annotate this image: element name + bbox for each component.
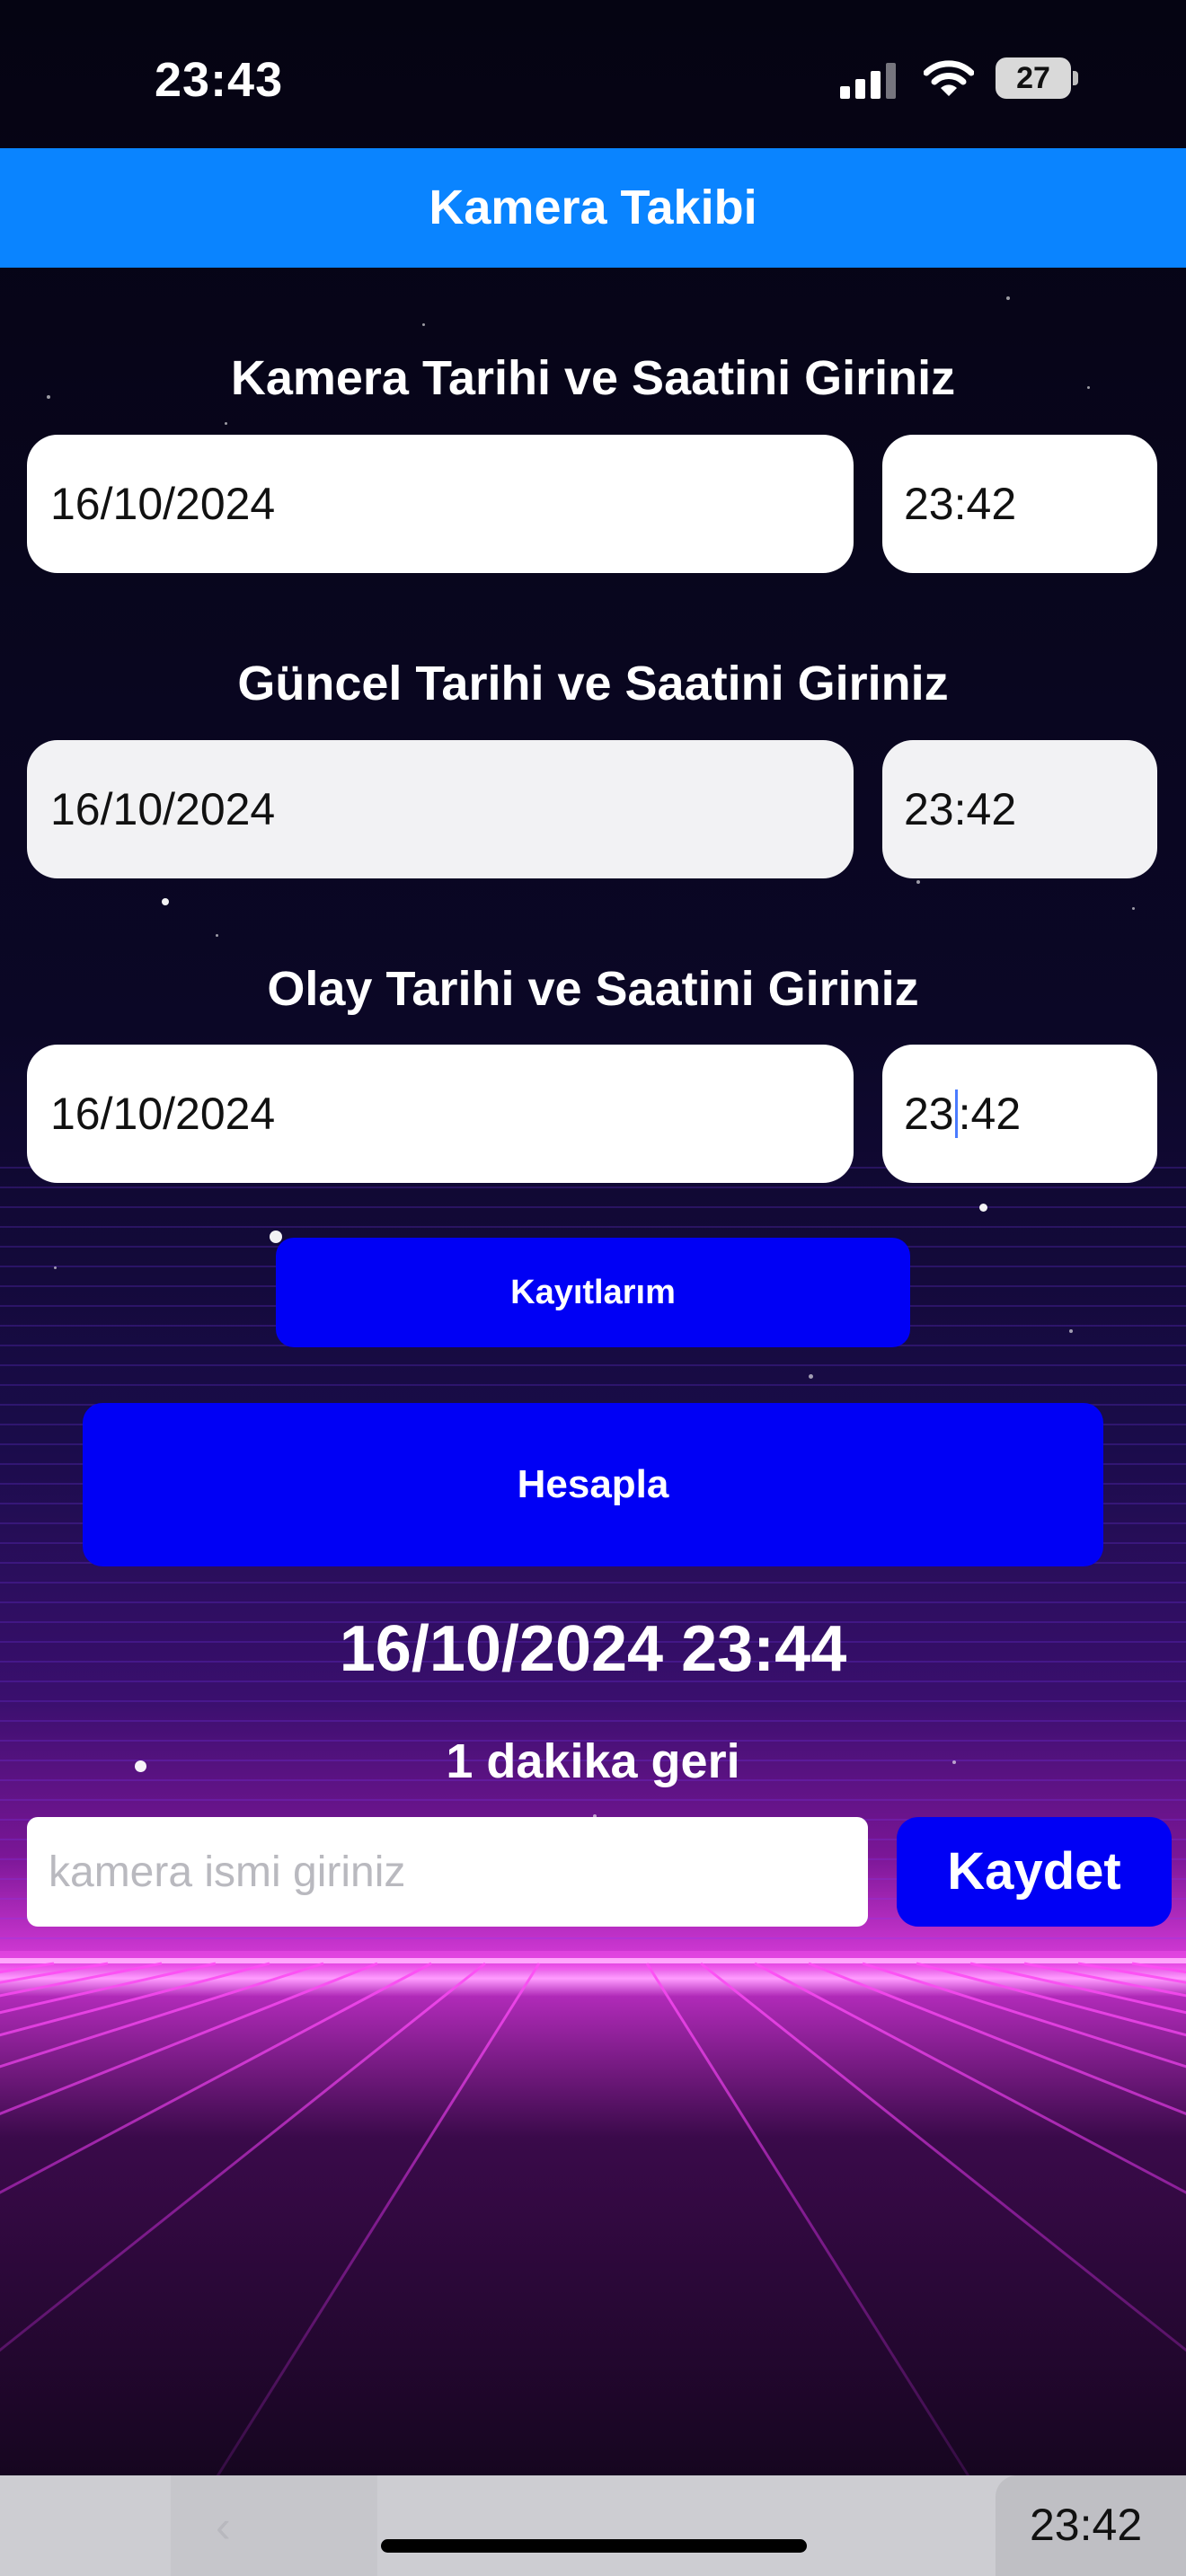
- records-button[interactable]: Kayıtlarım: [276, 1238, 910, 1347]
- chevron-left-icon: ‹: [216, 2501, 231, 2552]
- star: [225, 422, 227, 425]
- current-date-field[interactable]: 16/10/2024: [27, 740, 854, 878]
- current-time-value: 23:42: [904, 784, 1017, 834]
- camera-time-field[interactable]: 23:42: [882, 435, 1157, 573]
- event-time-value-end: :42: [958, 1089, 1022, 1139]
- home-indicator[interactable]: [381, 2539, 807, 2553]
- text-cursor: [954, 1090, 958, 1138]
- battery-level: 27: [1016, 61, 1050, 95]
- star: [809, 1374, 813, 1379]
- current-date-value: 16/10/2024: [50, 784, 276, 834]
- star: [1006, 296, 1010, 300]
- star: [916, 880, 920, 884]
- star: [54, 1266, 57, 1269]
- app-header: Kamera Takibi: [0, 148, 1186, 268]
- camera-date-field[interactable]: 16/10/2024: [27, 435, 854, 573]
- camera-date-value: 16/10/2024: [50, 479, 276, 529]
- star: [1132, 907, 1135, 910]
- star: [1069, 1329, 1073, 1333]
- current-datetime-label: Güncel Tarihi ve Saatini Giriniz: [237, 657, 949, 710]
- star: [979, 1204, 987, 1212]
- bottom-toolbar: ‹ 23:42: [0, 2475, 1186, 2576]
- save-button[interactable]: Kaydet: [897, 1817, 1172, 1927]
- star: [216, 934, 218, 937]
- signal-icon: [840, 63, 898, 99]
- camera-datetime-label: Kamera Tarihi ve Saatini Giriniz: [230, 351, 956, 405]
- event-date-value: 16/10/2024: [50, 1089, 276, 1139]
- star: [270, 1231, 282, 1243]
- wifi-icon: [924, 60, 974, 96]
- event-datetime-label: Olay Tarihi ve Saatini Giriniz: [267, 962, 919, 1016]
- bottom-clock: 23:42: [1030, 2500, 1143, 2550]
- star: [162, 898, 169, 905]
- status-time: 23:43: [155, 53, 284, 107]
- calculate-button[interactable]: Hesapla: [83, 1403, 1103, 1566]
- event-time-field[interactable]: 23:42: [882, 1045, 1157, 1183]
- current-time-field[interactable]: 23:42: [882, 740, 1157, 878]
- status-bar: 23:43 27: [0, 0, 1186, 148]
- back-button[interactable]: ‹: [171, 2475, 377, 2576]
- event-time-value-start: 23: [904, 1089, 954, 1139]
- star: [422, 323, 425, 326]
- result-difference: 1 dakika geri: [446, 1734, 740, 1788]
- camera-time-value: 23:42: [904, 479, 1017, 529]
- page-title: Kamera Takibi: [429, 181, 757, 234]
- event-date-field[interactable]: 16/10/2024: [27, 1045, 854, 1183]
- battery-icon: 27: [996, 57, 1078, 99]
- camera-name-input[interactable]: [27, 1817, 868, 1927]
- result-datetime: 16/10/2024 23:44: [339, 1613, 847, 1685]
- battery-tip: [1073, 71, 1078, 85]
